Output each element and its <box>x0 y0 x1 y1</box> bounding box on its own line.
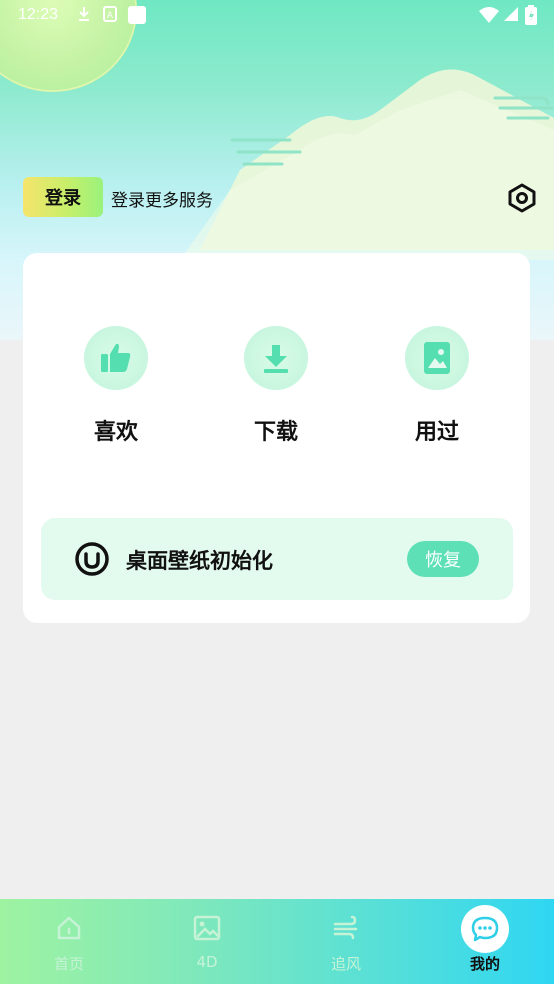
power-icon <box>75 542 109 576</box>
settings-hexagon-icon[interactable] <box>506 182 538 214</box>
feature-download[interactable]: 下载 <box>226 326 326 446</box>
wind-icon <box>333 915 358 940</box>
nav-item-mine-label: 我的 <box>469 955 500 973</box>
status-time: 12:23 <box>18 6 59 23</box>
feature-like-label: 喜欢 <box>93 420 138 445</box>
active-nav-bubble <box>461 905 509 953</box>
download-icon-circle <box>244 326 308 390</box>
sim-icon: A <box>103 6 117 22</box>
nav-item-wind-label: 追风 <box>330 955 361 973</box>
login-button[interactable]: 登录 <box>23 177 103 217</box>
reset-wallpaper-row: 桌面壁纸初始化 恢复 <box>41 518 513 600</box>
restore-button[interactable]: 恢复 <box>407 541 479 577</box>
like-icon-circle <box>84 326 148 390</box>
used-icon-circle <box>405 326 469 390</box>
download-icon <box>79 7 89 21</box>
feature-like[interactable]: 喜欢 <box>66 326 166 446</box>
nav-item-4d[interactable]: 4D <box>138 899 276 984</box>
wifi-icon <box>479 7 499 23</box>
nav-item-home-label: 首页 <box>53 955 84 973</box>
chat-bubble-icon <box>471 916 499 942</box>
bottom-nav: 首页 4D 追风 我的 <box>0 899 554 984</box>
feature-used[interactable]: 用过 <box>387 326 487 446</box>
reset-wallpaper-label: 桌面壁纸初始化 <box>126 549 273 573</box>
nav-item-home[interactable]: 首页 <box>0 899 138 984</box>
signal-icon <box>504 7 518 21</box>
svg-text:A: A <box>107 11 114 21</box>
nav-item-wind[interactable]: 追风 <box>277 899 415 984</box>
home-icon <box>57 916 81 940</box>
feature-used-label: 用过 <box>414 420 459 445</box>
login-subtitle[interactable]: 登录更多服务 <box>111 186 213 211</box>
feature-download-label: 下载 <box>253 420 298 445</box>
thumbs-up-icon <box>101 343 131 372</box>
download-icon <box>264 345 288 373</box>
notification-icon <box>128 6 146 24</box>
status-bar: 12:23 A <box>0 0 554 30</box>
battery-icon <box>525 5 537 25</box>
my-card: 喜欢 下载 用过 桌面壁纸初始化 恢复 <box>23 253 530 623</box>
picture-icon <box>193 915 221 941</box>
image-icon <box>424 342 450 374</box>
nav-item-4d-label: 4D <box>196 953 218 971</box>
nav-item-mine[interactable]: 我的 <box>416 899 554 984</box>
